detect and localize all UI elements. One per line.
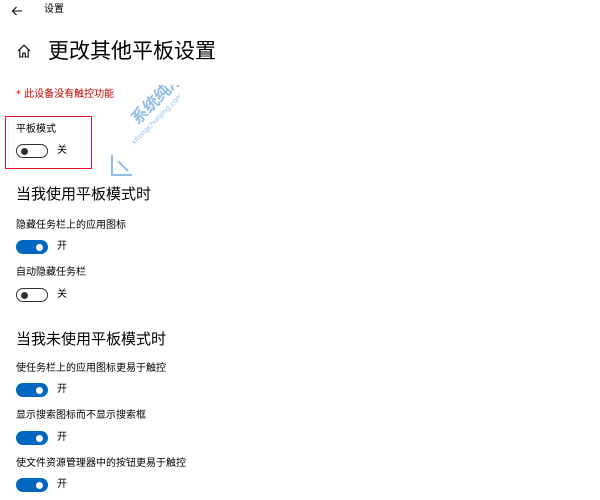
toggle-knob (21, 291, 28, 299)
show-search-icon-state: 开 (57, 432, 67, 443)
toggle-knob (36, 386, 43, 394)
window-title: 设置 (44, 4, 64, 15)
no-touch-warning: * 此设备没有触控功能 (16, 89, 115, 100)
arrow-left-icon (11, 6, 22, 16)
hide-taskbar-icons-toggle-row: 开 (16, 240, 67, 254)
tablet-mode-toggle[interactable] (16, 144, 48, 158)
section-heading-not-tablet: 当我未使用平板模式时 (16, 330, 167, 348)
toggle-knob (36, 434, 43, 442)
show-search-icon-toggle-row: 开 (16, 431, 67, 445)
page-header: 更改其他平板设置 (14, 36, 216, 66)
title-bar: 设置 (0, 0, 600, 22)
home-button[interactable] (14, 41, 34, 61)
auto-hide-taskbar-toggle[interactable] (16, 288, 48, 302)
touch-explorer-buttons-label: 使文件资源管理器中的按钮更易于触控 (16, 458, 186, 469)
auto-hide-taskbar-toggle-row: 关 (16, 288, 67, 302)
touch-explorer-buttons-toggle[interactable] (16, 478, 48, 492)
tablet-mode-label: 平板模式 (16, 124, 56, 135)
toggle-knob (36, 481, 43, 489)
tablet-mode-state: 关 (57, 145, 67, 156)
home-icon (17, 44, 31, 58)
touch-explorer-buttons-toggle-row: 开 (16, 478, 67, 492)
show-search-icon-toggle[interactable] (16, 431, 48, 445)
hide-taskbar-icons-label: 隐藏任务栏上的应用图标 (16, 220, 126, 231)
touch-taskbar-icons-label: 使任务栏上的应用图标更易于触控 (16, 363, 166, 374)
show-search-icon-label: 显示搜索图标而不显示搜索框 (16, 410, 146, 421)
auto-hide-taskbar-state: 关 (57, 289, 67, 300)
svg-text:系统纯净: 系统纯净 (127, 85, 180, 128)
page-title: 更改其他平板设置 (48, 39, 216, 63)
toggle-knob (36, 243, 43, 251)
touch-explorer-buttons-state: 开 (57, 479, 67, 490)
svg-text:xitongchunjing.com: xitongchunjing.com (130, 92, 180, 147)
back-button[interactable] (8, 2, 26, 20)
touch-taskbar-icons-state: 开 (57, 384, 67, 395)
toggle-knob (21, 147, 28, 155)
tablet-mode-toggle-row: 关 (16, 144, 67, 158)
hide-taskbar-icons-toggle[interactable] (16, 240, 48, 254)
touch-taskbar-icons-toggle[interactable] (16, 383, 48, 397)
touch-taskbar-icons-toggle-row: 开 (16, 383, 67, 397)
auto-hide-taskbar-label: 自动隐藏任务栏 (16, 267, 86, 278)
hide-taskbar-icons-state: 开 (57, 241, 67, 252)
section-heading-in-tablet: 当我使用平板模式时 (16, 185, 152, 203)
